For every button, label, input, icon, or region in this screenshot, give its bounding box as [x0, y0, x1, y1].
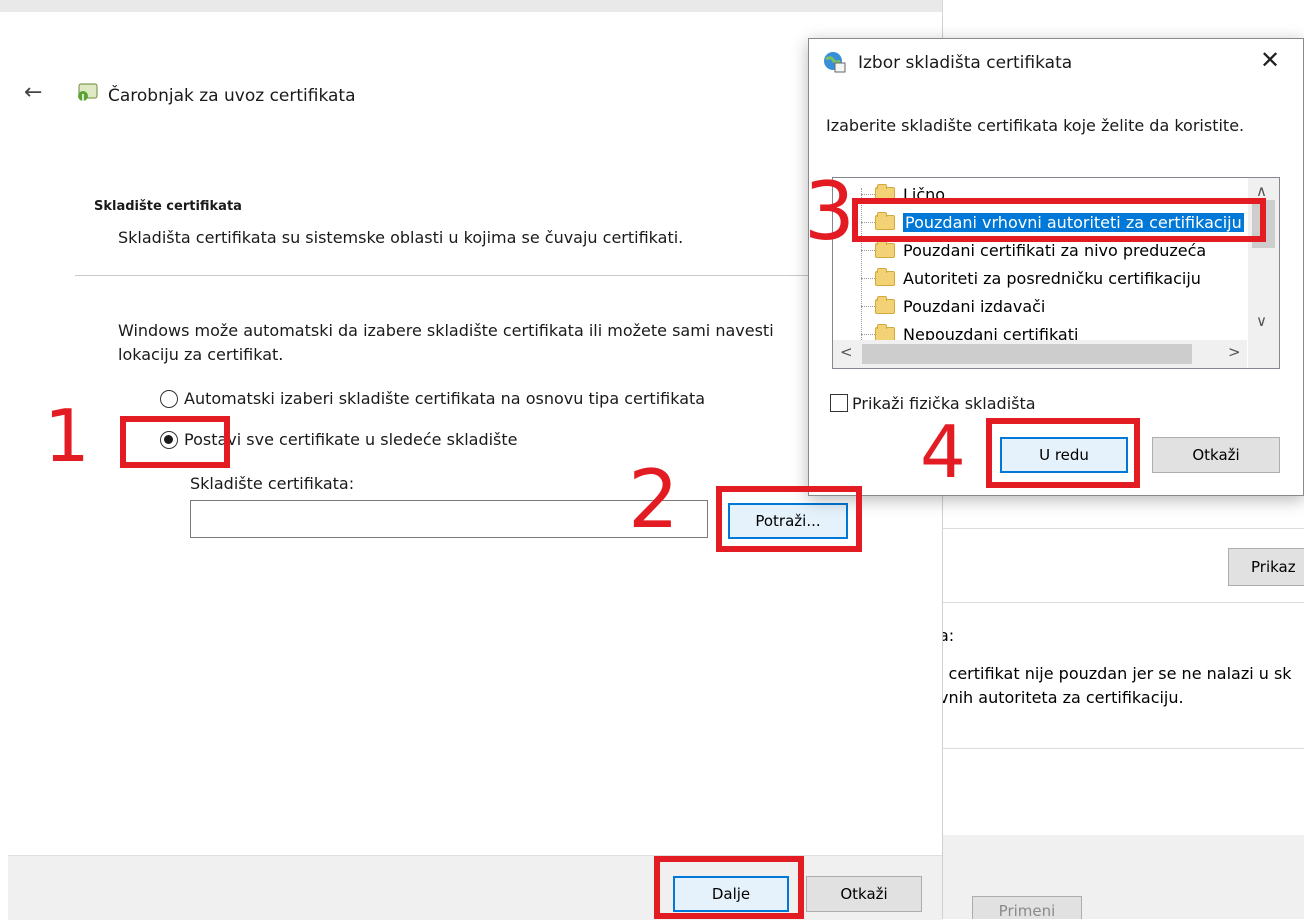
folder-icon	[875, 295, 895, 314]
annotation-number-4: 4	[920, 410, 966, 494]
section-description: Skladišta certifikata su sistemske oblas…	[118, 228, 684, 247]
view-certificate-button[interactable]: Prikaz	[1228, 548, 1304, 586]
store-cancel-button[interactable]: Otkaži	[1152, 437, 1280, 473]
show-physical-stores-checkbox[interactable]	[830, 394, 848, 412]
annotation-box-next	[654, 856, 804, 919]
wizard-cancel-button[interactable]: Otkaži	[806, 876, 922, 912]
annotation-box-4	[986, 418, 1140, 488]
tree-item[interactable]: Autoriteti za posredničku certifikaciju	[875, 266, 1201, 290]
tree-line	[861, 306, 875, 307]
horizontal-scroll-thumb[interactable]	[862, 344, 1192, 364]
annotation-box-1	[120, 416, 230, 468]
intro-text-line2: lokaciju za certifikat.	[118, 345, 284, 364]
scrollbar-corner	[1248, 340, 1279, 368]
annotation-number-1: 1	[44, 394, 90, 478]
folder-icon	[875, 239, 895, 258]
store-instruction: Izaberite skladište certifikata koje žel…	[826, 116, 1245, 135]
radio-manual-store-label: Postavi sve certifikate u sledeće skladi…	[184, 430, 518, 449]
section-label: a:	[943, 626, 955, 645]
tree-item-label: Autoriteti za posredničku certifikaciju	[903, 268, 1201, 288]
tree-line	[861, 334, 875, 335]
folder-icon	[875, 267, 895, 286]
globe-certificate-icon	[824, 52, 846, 73]
intro-text-line1: Windows može automatski da izabere sklad…	[118, 321, 774, 340]
view-certificate-label: Prikaz	[1251, 558, 1296, 576]
radio-auto-store[interactable]	[160, 390, 178, 408]
tree-line	[861, 278, 875, 279]
wizard-cancel-label: Otkaži	[840, 885, 888, 903]
annotation-number-2: 2	[628, 453, 679, 546]
annotation-box-3	[852, 198, 1266, 242]
scroll-down-icon[interactable]: ∨	[1256, 312, 1267, 330]
tree-item[interactable]: Pouzdani izdavači	[875, 294, 1045, 318]
tree-line	[861, 194, 875, 195]
scroll-left-icon[interactable]: <	[840, 343, 853, 361]
tree-line	[861, 250, 875, 251]
scroll-right-icon[interactable]: >	[1228, 343, 1241, 361]
store-field-label: Skladište certifikata:	[190, 474, 355, 493]
info-text-line2: vnih autoriteta za certifikaciju.	[943, 688, 1184, 707]
certificate-wizard-icon	[78, 83, 98, 101]
tree-item-label: Pouzdani izdavači	[903, 296, 1046, 316]
store-cancel-label: Otkaži	[1192, 446, 1240, 464]
apply-label: Primeni	[998, 902, 1056, 919]
info-text-line1: i certifikat nije pouzdan jer se ne nala…	[943, 664, 1292, 683]
store-dialog-title: Izbor skladišta certifikata	[858, 53, 1073, 73]
radio-auto-store-label: Automatski izaberi skladište certifikata…	[184, 389, 706, 408]
annotation-number-3: 3	[804, 165, 855, 258]
wizard-title: Čarobnjak za uvoz certifikata	[108, 86, 356, 106]
close-icon[interactable]: ✕	[1260, 46, 1280, 74]
annotation-box-2	[716, 486, 862, 552]
back-arrow-icon[interactable]: ←	[24, 80, 42, 105]
tree-item-label: Pouzdani certifikati za nivo preduzeća	[903, 240, 1207, 260]
apply-button[interactable]: Primeni	[972, 896, 1082, 919]
section-title: Skladište certifikata	[94, 199, 242, 214]
